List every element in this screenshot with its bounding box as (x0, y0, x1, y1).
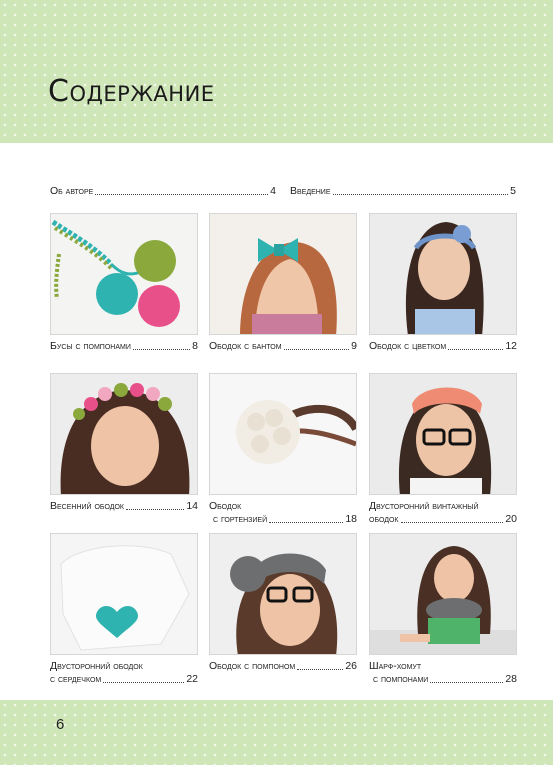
project-caption[interactable]: Двусторонний винтажный ободок 20 (369, 500, 517, 526)
project-photo-cowl-scarf[interactable] (369, 533, 517, 655)
project-caption[interactable]: Ободок с бантом 9 (209, 340, 357, 353)
dot-leader (283, 349, 350, 350)
project-photo-heart-headband[interactable] (50, 533, 198, 655)
page-title: Содержание (48, 74, 215, 109)
toc-entry-page: 4 (270, 185, 276, 197)
project-title-line: Ободок с помпоном (209, 660, 296, 672)
project-title-line: Ободок с бантом (209, 340, 282, 352)
dot-leader (132, 349, 191, 350)
dot-leader (95, 194, 269, 195)
project-page: 20 (505, 513, 517, 525)
project-photo-flower-headband[interactable] (369, 213, 517, 335)
toc-entry-about-author[interactable]: Об авторе 4 (50, 185, 276, 197)
project-page: 12 (505, 340, 517, 352)
project-photo-hydrangea-headband[interactable] (209, 373, 357, 495)
project-page: 28 (505, 673, 517, 685)
project-caption[interactable]: Бусы с помпонами 8 (50, 340, 198, 353)
dot-leader (400, 522, 504, 523)
project-title-line: с гортензией (213, 513, 268, 525)
project-photo-spring-headband[interactable] (50, 373, 198, 495)
project-caption[interactable]: Ободок с цветком 12 (369, 340, 517, 353)
project-title-line: Двусторонний ободок (50, 660, 143, 672)
dot-leader (269, 522, 344, 523)
project-photo-bow-headband[interactable] (209, 213, 357, 335)
toc-entry-label: Об авторе (50, 185, 94, 197)
project-caption[interactable]: Ободок с помпоном 26 (209, 660, 357, 673)
project-title-line: ободок (369, 513, 399, 525)
header-band: Содержание (0, 0, 553, 143)
project-page: 9 (351, 340, 357, 352)
project-caption[interactable]: Весенний ободок 14 (50, 500, 198, 513)
project-caption[interactable]: Шарф-хомут с помпонами 28 (369, 660, 517, 686)
project-title-line: Весенний ободок (50, 500, 125, 512)
project-title-line: Двусторонний винтажный (369, 500, 479, 512)
project-photo-pompom-necklace[interactable] (50, 213, 198, 335)
project-photo-vintage-headband[interactable] (369, 373, 517, 495)
toc-entry-introduction[interactable]: Введение 5 (290, 185, 516, 197)
dot-leader (448, 349, 504, 350)
footer-band (0, 700, 553, 765)
page-number: 6 (56, 716, 65, 733)
project-caption[interactable]: Двусторонний ободок с сердечком 22 (50, 660, 198, 686)
project-title-line: с помпонами (373, 673, 429, 685)
project-title-line: Ободок с цветком (369, 340, 447, 352)
project-title-line: с сердечком (50, 673, 102, 685)
project-page: 26 (345, 660, 357, 672)
dot-leader (103, 682, 185, 683)
project-caption[interactable]: Ободок с гортензией 18 (209, 500, 357, 526)
dot-leader (430, 682, 504, 683)
project-photo-pompom-headband[interactable] (209, 533, 357, 655)
project-page: 22 (186, 673, 198, 685)
toc-entry-page: 5 (510, 185, 516, 197)
project-page: 14 (186, 500, 198, 512)
dot-leader (297, 669, 344, 670)
project-title-line: Бусы с помпонами (50, 340, 131, 352)
project-title-line: Шарф-хомут (369, 660, 422, 672)
dot-leader (126, 509, 185, 510)
project-page: 18 (345, 513, 357, 525)
project-page: 8 (192, 340, 198, 352)
project-title-line: Ободок (209, 500, 242, 512)
toc-entry-label: Введение (290, 185, 331, 197)
dot-leader (332, 194, 509, 195)
